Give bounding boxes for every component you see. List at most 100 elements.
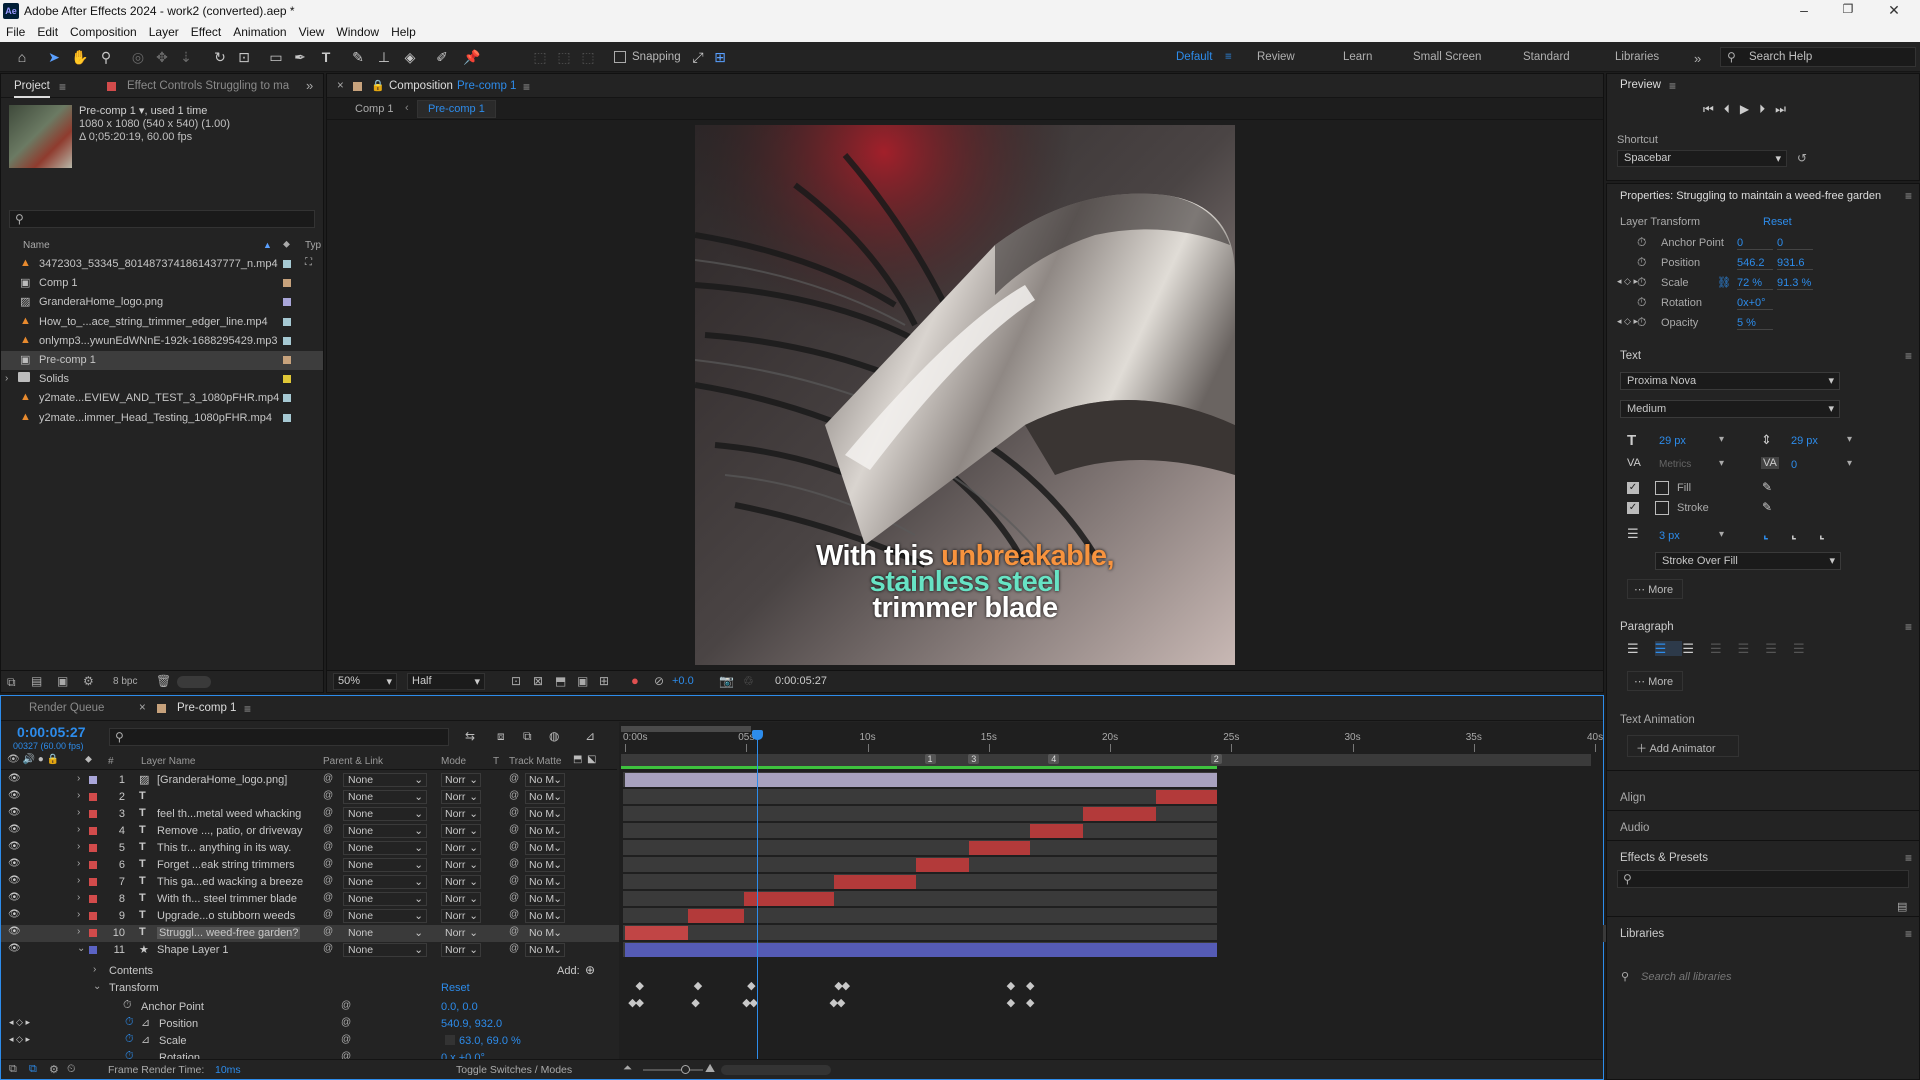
chevron-right-icon[interactable]: ›: [93, 964, 96, 975]
timeline-scrollbar[interactable]: [721, 1065, 831, 1075]
layer-name[interactable]: With th... steel trimmer blade: [157, 893, 297, 905]
close-tab-icon[interactable]: ×: [139, 702, 146, 714]
label-swatch[interactable]: [283, 279, 291, 288]
mode-dropdown[interactable]: Norr ⌄: [441, 824, 481, 838]
snapping-checkbox[interactable]: [614, 51, 626, 63]
track-matte-dropdown[interactable]: No M ⌄: [525, 790, 565, 804]
stopwatch-icon[interactable]: ⏱: [1637, 275, 1646, 290]
sort-ascending-icon[interactable]: ▲: [263, 240, 272, 250]
layer-name[interactable]: Remove ..., patio, or driveway: [157, 825, 303, 837]
add-property-icon[interactable]: ⊕: [585, 963, 595, 977]
zoom-out-icon[interactable]: ⏶: [623, 1062, 632, 1075]
justify-center-icon[interactable]: ☰: [1738, 641, 1766, 656]
zoom-tool-icon[interactable]: ⚲: [96, 47, 116, 67]
pick-whip-icon[interactable]: @: [323, 875, 333, 886]
project-item[interactable]: ▲ y2mate...EVIEW_AND_TEST_3_1080pFHR.mp4: [1, 389, 323, 408]
layer-duration-bar[interactable]: [1029, 824, 1084, 838]
eraser-tool-icon[interactable]: ◈: [400, 47, 420, 67]
comp-mini-flowchart-icon[interactable]: ⇆: [465, 729, 475, 743]
project-item[interactable]: ▣ Pre-comp 1: [1, 351, 323, 370]
matte-pick-whip-icon[interactable]: @: [509, 824, 519, 835]
puppet-pin-icon[interactable]: 📌: [462, 47, 482, 67]
layer-label-swatch[interactable]: [89, 776, 97, 784]
label-swatch[interactable]: [283, 375, 291, 384]
layer-duration-bar[interactable]: [625, 773, 1217, 787]
pick-whip-icon[interactable]: @: [323, 858, 333, 869]
justify-all-icon[interactable]: ☰: [1793, 641, 1821, 656]
timeline-menu-icon[interactable]: ≡: [244, 702, 251, 716]
mask-visibility-icon[interactable]: ⬒: [555, 674, 566, 688]
exposure-value[interactable]: +0.0: [672, 675, 694, 687]
pick-whip-icon[interactable]: @: [323, 824, 333, 835]
chevron-right-icon[interactable]: ›: [77, 875, 80, 886]
matte-pick-whip-icon[interactable]: @: [509, 943, 519, 954]
layer-label-swatch[interactable]: [89, 895, 97, 903]
mode-dropdown[interactable]: Norr ⌄: [441, 841, 481, 855]
column-type[interactable]: Typ: [305, 240, 321, 251]
stopwatch-icon[interactable]: ⏱: [1637, 315, 1646, 330]
stopwatch-icon[interactable]: ⏱: [1637, 255, 1646, 270]
resolution-dropdown[interactable]: Half ▾: [407, 673, 485, 690]
chevron-right-icon[interactable]: ›: [77, 841, 80, 852]
chevron-right-icon[interactable]: ›: [5, 373, 8, 384]
chevron-down-icon[interactable]: ▾: [1719, 529, 1724, 540]
layer-name[interactable]: Upgrade...o stubborn weeds: [157, 910, 295, 922]
matte-pick-whip-icon[interactable]: @: [509, 841, 519, 852]
breadcrumb-precomp1[interactable]: Pre-comp 1: [417, 100, 496, 118]
layer-duration-bar[interactable]: [625, 926, 689, 940]
keyframe-diamond[interactable]: ◆: [691, 996, 699, 1009]
layer-label-swatch[interactable]: [89, 878, 97, 886]
layer-label-swatch[interactable]: [89, 810, 97, 818]
transform-value-1[interactable]: 5 %: [1737, 317, 1773, 330]
next-frame-icon[interactable]: ⏵: [1759, 102, 1775, 116]
project-item[interactable]: › Solids: [1, 370, 323, 389]
column-mode[interactable]: Mode: [441, 756, 466, 767]
eye-icon[interactable]: 👁: [8, 909, 21, 920]
lock-icon[interactable]: 🔒: [371, 79, 385, 92]
mode-dropdown[interactable]: Norr ⌄: [441, 807, 481, 821]
label-swatch[interactable]: [283, 298, 291, 307]
pick-whip-icon[interactable]: @: [323, 841, 333, 852]
prop-value[interactable]: 0.0, 0.0: [441, 1001, 478, 1013]
keyframe-diamond[interactable]: ◆: [636, 979, 644, 992]
justify-right-icon[interactable]: ☰: [1765, 641, 1793, 656]
prop-value[interactable]: 540.9, 932.0: [441, 1018, 502, 1030]
show-snapshot-icon[interactable]: ♲: [743, 674, 754, 688]
mode-dropdown[interactable]: Norr ⌄: [441, 909, 481, 923]
track-matte-dropdown[interactable]: No M ⌄: [525, 858, 565, 872]
stopwatch-icon[interactable]: ⏱: [123, 999, 132, 1012]
roto-brush-icon[interactable]: ✐: [432, 47, 452, 67]
panel-overflow-icon[interactable]: »: [306, 78, 313, 93]
matte-pick-whip-icon[interactable]: @: [509, 875, 519, 886]
eye-icon[interactable]: 👁: [8, 926, 21, 937]
brush-tool-icon[interactable]: ✎: [348, 47, 368, 67]
libraries-menu-icon[interactable]: ≡: [1905, 927, 1912, 941]
layer-name[interactable]: This ga...ed wacking a breeze: [157, 876, 303, 888]
parent-dropdown[interactable]: None ⌄: [343, 773, 427, 787]
matte-pick-whip-icon[interactable]: @: [509, 909, 519, 920]
label-swatch[interactable]: [283, 413, 291, 422]
menu-composition[interactable]: Composition: [70, 25, 137, 42]
render-time-icon[interactable]: ⏲: [67, 1063, 76, 1076]
parent-dropdown[interactable]: None ⌄: [343, 807, 427, 821]
selection-tool-icon[interactable]: ➤: [44, 47, 64, 67]
layer-label-swatch[interactable]: [89, 861, 97, 869]
track-matte-dropdown[interactable]: No M ⌄: [525, 943, 565, 957]
eye-icon[interactable]: 👁: [8, 858, 21, 869]
constrain-proportions-icon[interactable]: [445, 1035, 455, 1045]
zoom-in-icon[interactable]: ⛰: [705, 1061, 715, 1076]
column-name[interactable]: Name: [23, 240, 50, 251]
project-search-input[interactable]: ⚲: [9, 210, 315, 228]
fast-previews-icon[interactable]: ⊡: [511, 674, 521, 688]
track-matte-dropdown[interactable]: No M ⌄: [525, 841, 565, 855]
hand-tool-icon[interactable]: ✋: [70, 47, 90, 67]
chevron-down-icon[interactable]: ⌄: [93, 981, 101, 992]
tab-precomp1[interactable]: Pre-comp 1: [177, 702, 236, 714]
transform-value-2[interactable]: 0: [1777, 237, 1813, 250]
layer-name[interactable]: Shape Layer 1: [157, 944, 229, 956]
leading-value[interactable]: 29 px: [1791, 435, 1818, 447]
region-of-interest-icon[interactable]: ▣: [577, 674, 588, 688]
workspace-standard[interactable]: Standard: [1523, 51, 1570, 63]
parent-dropdown[interactable]: None ⌄: [343, 875, 427, 889]
menu-file[interactable]: File: [6, 25, 25, 42]
